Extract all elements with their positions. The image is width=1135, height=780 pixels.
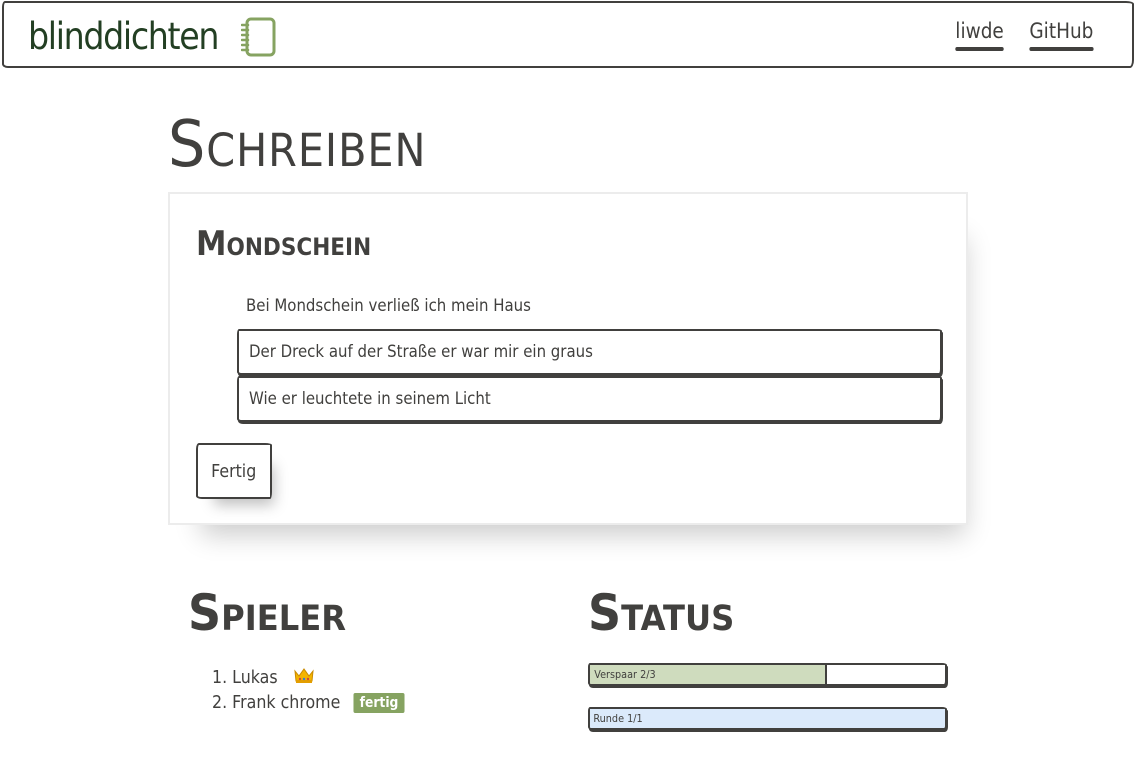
verse-input-1-value: Der Dreck auf der Straße er war mir ein … — [249, 342, 593, 362]
player-name: 1. Lukas — [212, 667, 278, 688]
player-list: 1. Lukas 2. Frank chrome fertig — [212, 665, 408, 715]
verse-input-2-value: Wie er leuchtete in seinem Licht — [249, 389, 491, 409]
player-item: 2. Frank chrome fertig — [212, 690, 408, 715]
nav-links: liwde GitHub — [952, 19, 1098, 51]
nav-link-github[interactable]: GitHub — [1029, 19, 1094, 51]
status-title: Status — [588, 584, 735, 642]
round-progress-bar: Runde 1/1 — [588, 707, 947, 730]
nav-link-liwde[interactable]: liwde — [955, 19, 1005, 51]
navbar: blinddichten liwde GitHub — [2, 1, 1134, 68]
status-badge: fertig — [353, 692, 405, 713]
crown-icon — [293, 666, 315, 689]
verses-progress-text: Verspaar 2/3 — [594, 668, 656, 681]
verses-progress-label: Verspaar 2/3 — [590, 665, 660, 684]
verse-input-2[interactable]: Wie er leuchtete in seinem Licht — [237, 376, 942, 422]
notebook-icon — [241, 17, 276, 56]
done-button[interactable]: Fertig — [196, 443, 272, 499]
poem-card: Mondschein Bei Mondschein verließ ich me… — [168, 192, 968, 525]
verse-input-1[interactable]: Der Dreck auf der Straße er war mir ein … — [237, 329, 942, 375]
verses-progress-bar: Verspaar 2/3 — [588, 663, 947, 686]
given-line: Bei Mondschein verließ ich mein Haus — [246, 296, 531, 316]
brand-link[interactable]: blinddichten — [28, 15, 277, 58]
player-item: 1. Lukas — [212, 665, 408, 690]
done-button-label: Fertig — [211, 460, 257, 482]
round-progress-text: Runde 1/1 — [593, 712, 643, 725]
round-progress-label: Runde 1/1 — [590, 709, 646, 728]
poem-title: Mondschein — [196, 224, 372, 264]
page-title: Schreiben — [168, 108, 427, 182]
brand-name: blinddichten — [28, 15, 219, 58]
player-name: 2. Frank chrome — [212, 692, 341, 713]
players-title: Spieler — [188, 584, 347, 642]
